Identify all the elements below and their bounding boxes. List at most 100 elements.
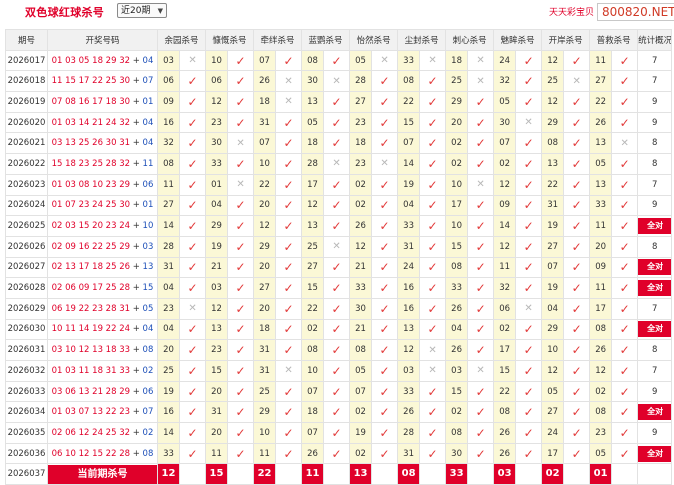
kill-number: 23 [157,297,180,320]
stat-cell: 全对 [637,442,673,465]
check-mark-icon: ✓ [475,219,486,234]
check-icon: ✓ [611,339,639,361]
stat-cell: 全对 [637,318,673,341]
kill-number: 07 [301,380,325,403]
check-icon: ✓ [371,422,399,444]
check-mark-icon: ✓ [331,301,342,316]
cross-mark-icon: ✕ [524,117,533,129]
cross-icon: ✕ [563,70,591,93]
kill-number: 17 [301,173,325,196]
cross-mark-icon: ✕ [476,55,485,67]
red-balls: 02 06 12 24 25 32 [51,427,131,438]
kill-number: 25 [253,380,277,403]
cross-icon: ✕ [419,49,447,72]
all-correct-badge: 全对 [638,280,671,297]
issue-number: 2026019 [5,91,48,113]
red-balls: 03 10 12 13 18 33 [51,345,131,356]
blue-ball: 07 [142,76,154,87]
check-mark-icon: ✓ [619,322,630,337]
brand-link[interactable]: 天天彩宝贝 [549,5,594,18]
period-select[interactable]: 近20期 ▼ [117,3,167,18]
check-mark-icon: ✓ [619,405,630,420]
kill-number: 12 [301,194,325,217]
kill-number: 13 [541,153,565,175]
kill-number: 31 [397,442,421,465]
check-mark-icon: ✓ [427,260,438,275]
kill-number: 13 [205,318,229,341]
draw-numbers: 02 13 17 18 25 26 + 13 [47,256,158,279]
kill-number: 03 [205,277,229,299]
plus-sign: + [130,241,143,252]
kill-number: 06 [205,70,229,93]
check-mark-icon: ✓ [427,115,438,130]
red-balls: 06 10 12 15 22 28 [51,448,131,459]
issue-number: 2026023 [5,173,48,196]
kill-number: 18 [301,132,325,155]
check-mark-icon: ✓ [523,446,534,461]
kill-number: 23 [349,111,373,134]
check-mark-icon: ✓ [523,156,534,171]
all-correct-badge: 全对 [638,218,671,235]
kill-number: 19 [349,422,373,444]
kill-number: 14 [157,422,180,444]
check-icon: ✓ [227,442,255,465]
check-mark-icon: ✓ [619,384,630,399]
check-mark-icon: ✓ [283,384,294,399]
cross-mark-icon: ✕ [284,75,293,87]
kill-number: 10 [445,173,469,196]
table-row: 2026024 01 07 23 24 25 30 + 01 27 ✓ 04 ✓ 20 ✓ 12… [5,194,673,217]
check-icon: ✓ [515,401,543,424]
cross-icon: ✕ [467,173,495,196]
check-mark-icon: ✓ [427,281,438,296]
check-mark-icon: ✓ [235,281,246,296]
check-icon: ✓ [467,153,495,175]
kill-number: 30 [349,297,373,320]
check-icon: ✓ [515,153,543,175]
kill-number: 33 [349,277,373,299]
kill-number: 29 [253,401,277,424]
kill-number: 22 [397,91,421,113]
issue-number: 2026020 [5,111,48,134]
kill-number: 20 [205,422,229,444]
plus-sign: + [130,365,143,376]
check-mark-icon: ✓ [619,425,630,440]
blue-ball: 02 [142,427,154,438]
kill-number: 12 [541,91,565,113]
current-kill-number: 13 [350,464,371,484]
blue-ball: 15 [142,283,154,294]
kill-number: 26 [589,111,613,134]
kill-number: 31 [157,256,180,279]
issue-number: 2026018 [5,70,48,93]
issue-number: 2026035 [5,422,48,444]
check-icon: ✓ [178,235,207,258]
red-balls: 02 09 16 22 25 29 [51,241,131,252]
check-icon: ✓ [275,256,303,279]
check-mark-icon: ✓ [379,219,390,234]
check-icon: ✓ [178,401,207,424]
kill-number: 30 [205,132,229,155]
kill-number: 33 [445,277,469,299]
current-kill: 08 [397,463,421,485]
red-balls: 02 03 15 20 23 24 [51,221,131,232]
empty-cell [227,463,255,485]
kill-number: 11 [589,277,613,299]
check-mark-icon: ✓ [187,136,198,151]
kill-number: 28 [157,235,180,258]
check-icon: ✓ [227,70,255,93]
cross-mark-icon: ✕ [428,344,437,356]
check-icon: ✓ [323,215,351,237]
check-mark-icon: ✓ [331,384,342,399]
draw-numbers: 02 06 12 24 25 32 + 02 [47,422,158,444]
kill-number: 27 [541,235,565,258]
check-icon: ✓ [371,132,399,155]
check-icon: ✓ [275,339,303,361]
check-mark-icon: ✓ [331,198,342,213]
check-icon: ✓ [323,91,351,113]
table-row: 2026034 01 03 07 13 22 23 + 07 16 ✓ 31 ✓ 29 ✓ 18… [5,401,673,424]
kill-number: 08 [349,339,373,361]
check-icon: ✓ [563,194,591,217]
check-mark-icon: ✓ [475,239,486,254]
draw-numbers: 07 08 16 17 18 30 + 01 [47,91,158,113]
kill-number: 27 [253,277,277,299]
cross-mark-icon: ✕ [428,365,437,377]
